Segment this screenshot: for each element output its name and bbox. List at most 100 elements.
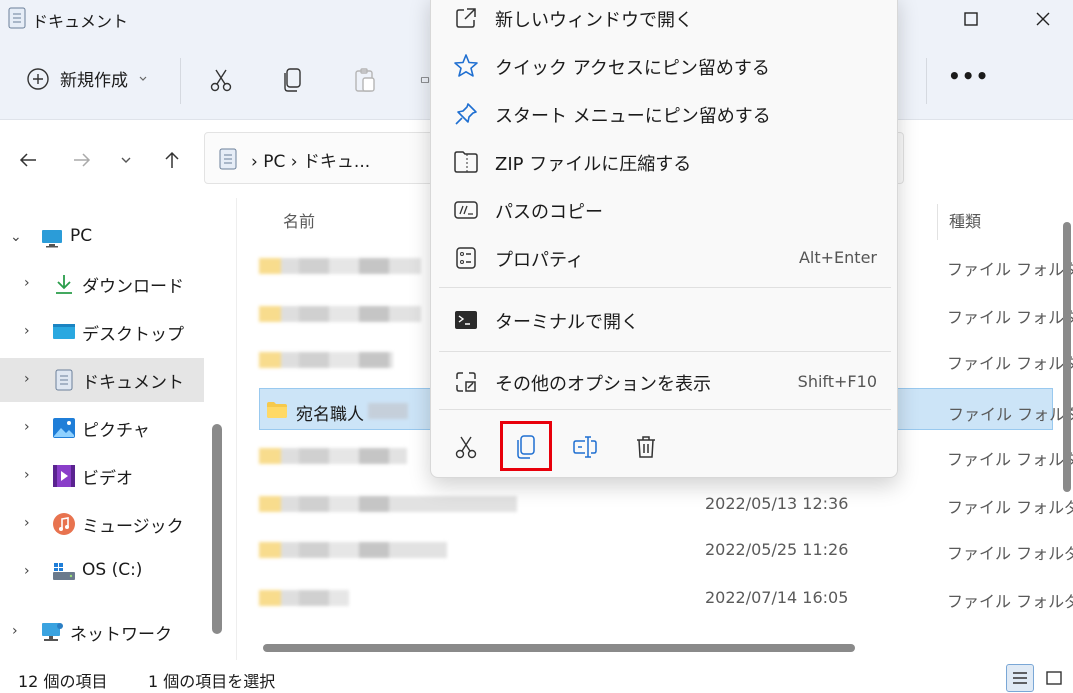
breadcrumb[interactable]: › PC › ドキュ... [251, 147, 370, 172]
pin-icon [453, 101, 479, 127]
details-view-icon [1013, 672, 1027, 684]
chevron-right-icon[interactable]: › [24, 467, 30, 483]
rename-toolbar-button[interactable] [420, 66, 430, 94]
open-new-window-icon [453, 5, 479, 31]
more-options-icon [453, 369, 479, 395]
redacted-name [259, 306, 421, 322]
sidebar-item-desktop[interactable]: › デスクトップ [0, 310, 204, 354]
up-button[interactable] [158, 146, 186, 174]
chevron-right-icon[interactable]: › [24, 371, 30, 387]
chevron-down-icon [121, 157, 131, 163]
sidebar-scrollbar[interactable] [212, 424, 222, 634]
table-row[interactable]: 2022/05/13 12:36 ファイル フォルダー [259, 482, 1073, 526]
table-row[interactable]: 2022/07/14 16:05 ファイル フォルダー [259, 576, 1073, 620]
sidebar-item-label: ビデオ [82, 469, 133, 489]
chevron-right-icon[interactable]: › [24, 419, 30, 435]
delete-button[interactable] [623, 427, 669, 467]
chevron-down-icon[interactable]: ⌄ [10, 229, 22, 245]
pictures-icon [52, 416, 76, 440]
table-row[interactable]: 2022/05/25 11:26 ファイル フォルダー [259, 528, 1073, 572]
close-button[interactable] [1018, 0, 1068, 38]
redacted-name [259, 496, 517, 512]
menu-item-label: 新しいウィンドウで開く [495, 10, 693, 31]
sidebar-item-music[interactable]: › ミュージック [0, 502, 204, 546]
redacted-name [368, 403, 408, 419]
arrow-up-icon [165, 151, 179, 168]
chevron-down-icon [139, 76, 147, 81]
sidebar-item-label: PC [70, 226, 93, 246]
cut-button[interactable] [443, 427, 489, 467]
back-button[interactable] [14, 146, 42, 174]
chevron-right-icon[interactable]: › [24, 515, 30, 531]
chevron-right-icon[interactable]: › [24, 275, 30, 291]
menu-item-label: プロパティ [495, 250, 584, 271]
tiles-view-button[interactable] [1040, 664, 1068, 692]
drive-icon [52, 560, 76, 584]
properties-icon [453, 245, 479, 271]
copy-toolbar-button[interactable] [279, 66, 307, 94]
sidebar-item-pictures[interactable]: › ピクチャ [0, 406, 204, 450]
menu-item-open-terminal[interactable]: ターミナルで開く [439, 295, 891, 343]
redacted-name [259, 258, 421, 274]
more-options-button[interactable]: ••• [948, 64, 989, 88]
paste-icon [355, 68, 375, 92]
documents-icon [8, 7, 26, 34]
chevron-right-icon[interactable]: › [24, 323, 30, 339]
menu-item-pin-start[interactable]: スタート メニューにピン留めする [439, 89, 891, 137]
menu-item-copy-path[interactable]: パスのコピー [439, 185, 891, 233]
sidebar-item-label: ダウンロード [82, 277, 184, 297]
copy-path-icon [453, 197, 479, 223]
toolbar-divider [926, 58, 927, 104]
column-header-name[interactable]: 名前 [283, 208, 315, 232]
recent-locations-button[interactable] [112, 146, 140, 174]
sidebar-item-documents[interactable]: › ドキュメント [0, 358, 204, 402]
vertical-scrollbar[interactable] [1063, 222, 1071, 492]
details-view-button[interactable] [1006, 664, 1034, 692]
maximize-button[interactable] [946, 0, 996, 38]
documents-icon [219, 148, 237, 175]
sidebar-item-videos[interactable]: › ビデオ [0, 454, 204, 498]
status-bar: 12 個の項目 1 個の項目を選択 [0, 660, 1073, 693]
plus-circle-icon [27, 67, 49, 90]
chevron-right-icon[interactable]: › [24, 563, 30, 579]
desktop-icon [52, 320, 76, 344]
sidebar-item-os-drive[interactable]: › OS (C:) [0, 550, 204, 594]
menu-item-pin-quick-access[interactable]: クイック アクセスにピン留めする [439, 41, 891, 89]
window-title: ドキュメント [32, 12, 129, 31]
star-icon [453, 53, 479, 79]
redacted-name [259, 352, 393, 368]
sidebar-item-label: デスクトップ [82, 325, 184, 345]
row-type: ファイル フォルダー [947, 354, 1073, 373]
cut-icon [210, 69, 232, 92]
row-type: ファイル フォルダー [947, 592, 1073, 611]
tiles-view-icon [1046, 671, 1062, 685]
rename-button[interactable] [563, 427, 609, 467]
new-button[interactable]: 新規作成 [26, 66, 148, 91]
horizontal-scrollbar[interactable] [263, 644, 855, 652]
menu-item-more-options[interactable]: その他のオプションを表示 Shift+F10 [439, 357, 891, 405]
videos-icon [52, 464, 76, 488]
item-count: 12 個の項目 [18, 672, 108, 691]
row-date: 2022/07/14 16:05 [705, 588, 849, 607]
cut-icon [455, 436, 477, 459]
chevron-right-icon[interactable]: › [12, 623, 18, 639]
paste-toolbar-button[interactable] [351, 66, 379, 94]
menu-item-properties[interactable]: プロパティ Alt+Enter [439, 233, 891, 281]
menu-divider [439, 351, 891, 352]
menu-item-open-new-window[interactable]: 新しいウィンドウで開く [439, 0, 891, 41]
row-type: ファイル フォルダー [947, 260, 1073, 279]
menu-item-label: クイック アクセスにピン留めする [495, 58, 770, 79]
row-type: ファイル フォルダー [947, 450, 1073, 469]
menu-item-compress-zip[interactable]: ZIP ファイルに圧縮する [439, 137, 891, 185]
forward-button[interactable] [68, 146, 96, 174]
menu-item-shortcut: Shift+F10 [797, 372, 877, 391]
sidebar-item-network[interactable]: › ネットワーク [0, 610, 204, 654]
sidebar-item-pc[interactable]: ⌄ PC [0, 216, 204, 260]
sidebar-item-label: ミュージック [82, 517, 184, 537]
cut-toolbar-button[interactable] [207, 66, 235, 94]
column-header-type[interactable]: 種類 [949, 208, 981, 232]
column-divider[interactable] [937, 204, 938, 240]
arrow-left-icon [19, 153, 36, 167]
redacted-name [259, 542, 447, 558]
sidebar-item-downloads[interactable]: › ダウンロード [0, 262, 204, 306]
